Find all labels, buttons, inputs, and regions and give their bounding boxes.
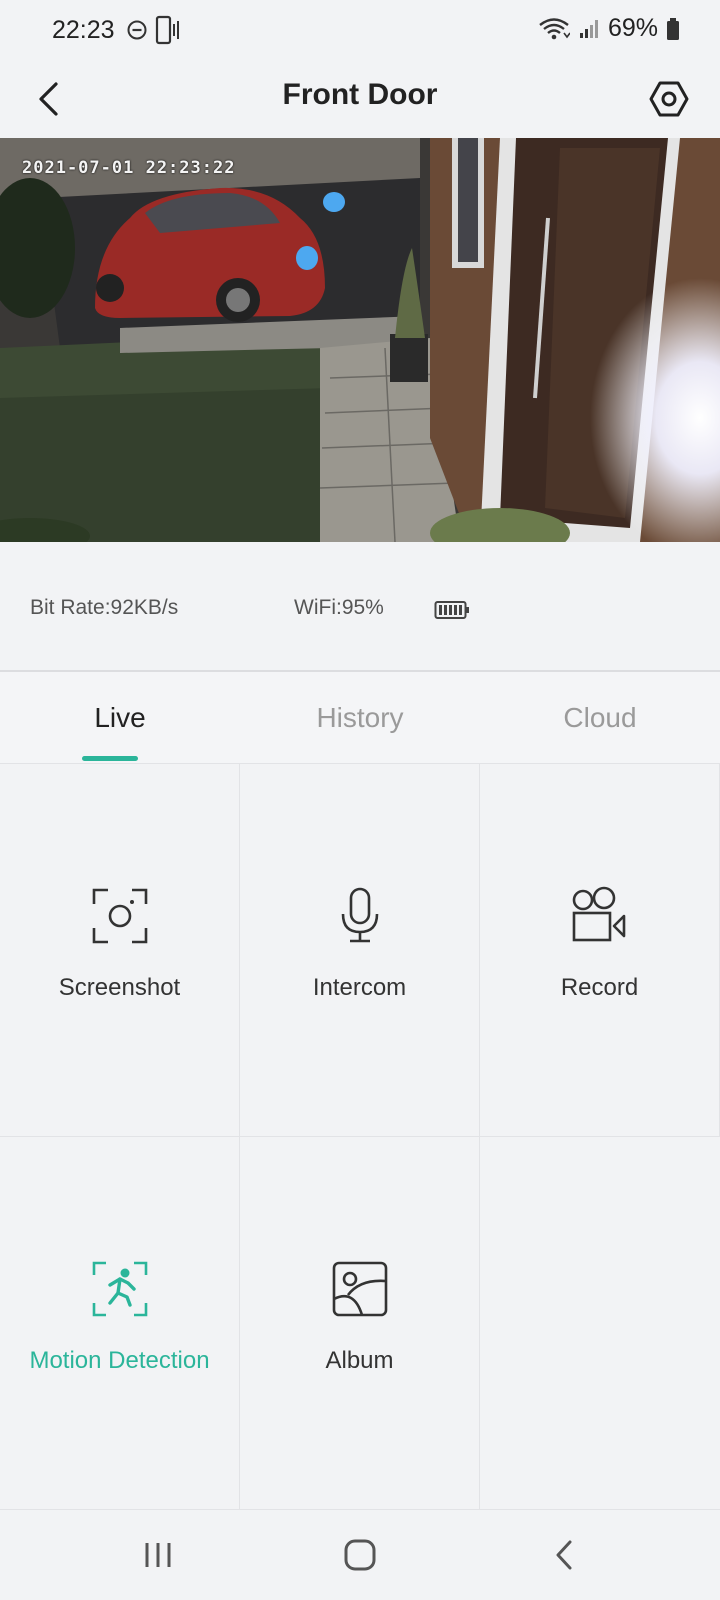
- album-icon: [328, 1257, 392, 1321]
- home-button[interactable]: [330, 1530, 390, 1580]
- motion-detection-button[interactable]: Motion Detection: [0, 1137, 240, 1510]
- status-battery-percent: 69%: [607, 14, 658, 42]
- screenshot-label: Screenshot: [58, 974, 181, 1001]
- album-label: Album: [325, 1347, 394, 1374]
- nav-back-button[interactable]: [534, 1530, 594, 1580]
- status-right: 69%: [538, 14, 680, 43]
- camera-timestamp: 2021-07-01 22:23:22: [22, 158, 236, 178]
- album-button[interactable]: Album: [240, 1137, 480, 1510]
- do-not-disturb-icon: [127, 20, 147, 40]
- cell-signal-icon: [579, 19, 598, 38]
- tab-bar: Live History Cloud: [0, 672, 720, 764]
- active-tab-indicator: [82, 756, 138, 761]
- bitrate-text: Bit Rate:92KB/s: [30, 596, 179, 619]
- hex-settings-icon: [649, 81, 689, 117]
- system-nav-bar: [0, 1510, 720, 1600]
- screenshot-button[interactable]: Screenshot: [0, 764, 240, 1137]
- phone-vibrate-icon: [155, 15, 179, 45]
- status-left-icons: [126, 14, 182, 46]
- recent-apps-button[interactable]: [128, 1530, 188, 1580]
- battery-icon: [667, 17, 679, 40]
- wifi-strength-text: WiFi:95%: [294, 596, 384, 619]
- empty-grid-cell: [480, 1137, 720, 1510]
- intercom-button[interactable]: Intercom: [240, 764, 480, 1137]
- wifi-icon: [539, 17, 570, 39]
- camera-feed[interactable]: 2021-07-01 22:23:22: [0, 138, 720, 542]
- video-record-icon: [568, 884, 632, 948]
- record-label: Record: [560, 974, 639, 1001]
- motion-detection-icon: [88, 1257, 152, 1321]
- header: Front Door: [0, 62, 720, 138]
- tab-live[interactable]: Live: [0, 672, 240, 764]
- record-button[interactable]: Record: [480, 764, 720, 1137]
- screen: 22:23 69% Front Door 2021-07-01 22:23:22…: [0, 0, 720, 1600]
- recent-apps-icon: [145, 1543, 171, 1567]
- page-title: Front Door: [282, 78, 438, 111]
- device-battery-full-icon: [434, 601, 469, 619]
- status-time: 22:23: [52, 16, 115, 44]
- camera-frame-image: [0, 138, 720, 542]
- nav-back-icon: [556, 1540, 572, 1570]
- motion-detection-label: Motion Detection: [29, 1347, 210, 1374]
- settings-button[interactable]: [644, 74, 694, 124]
- tab-history[interactable]: History: [240, 672, 480, 764]
- intercom-label: Intercom: [312, 974, 407, 1001]
- action-grid: Screenshot Intercom Record Motion Detect…: [0, 764, 720, 1510]
- microphone-icon: [328, 884, 392, 948]
- info-bar: Bit Rate:92KB/s WiFi:95%: [0, 542, 720, 672]
- tab-cloud[interactable]: Cloud: [480, 672, 720, 764]
- status-bar: 22:23 69%: [0, 0, 720, 62]
- home-icon: [344, 1539, 376, 1571]
- screenshot-icon: [88, 884, 152, 948]
